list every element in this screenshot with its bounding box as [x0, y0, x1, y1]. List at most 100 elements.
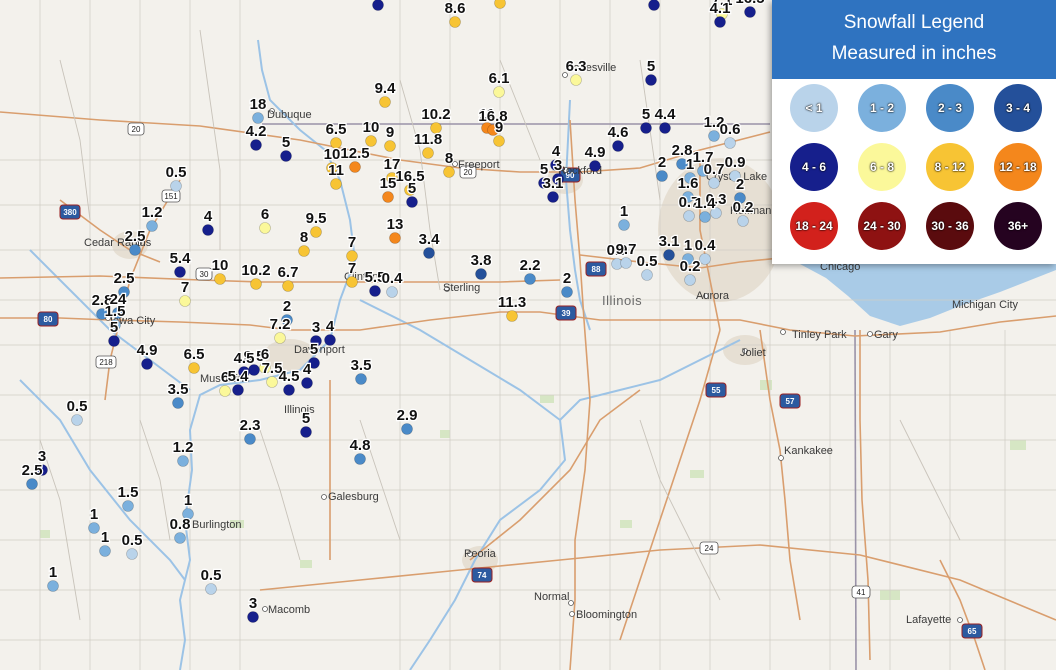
observation-dot[interactable]: [524, 273, 536, 285]
observation-dot[interactable]: [724, 137, 736, 149]
observation-dot[interactable]: [346, 276, 358, 288]
observation-dot[interactable]: [330, 178, 342, 190]
observation-dot[interactable]: [355, 373, 367, 385]
observation-marker[interactable]: 5: [280, 133, 292, 162]
observation-marker[interactable]: 3: [247, 594, 259, 623]
observation-dot[interactable]: [493, 86, 505, 98]
observation-marker[interactable]: 6: [494, 0, 506, 9]
observation-dot[interactable]: [188, 362, 200, 374]
observation-dot[interactable]: [266, 376, 278, 388]
observation-dot[interactable]: [259, 222, 271, 234]
observation-dot[interactable]: [129, 244, 141, 256]
observation-marker[interactable]: 4: [301, 360, 313, 389]
observation-dot[interactable]: [354, 453, 366, 465]
observation-dot[interactable]: [177, 455, 189, 467]
observation-dot[interactable]: [247, 611, 259, 623]
observation-marker[interactable]: 7: [346, 233, 358, 262]
observation-dot[interactable]: [443, 166, 455, 178]
observation-dot[interactable]: [47, 580, 59, 592]
observation-dot[interactable]: [640, 122, 652, 134]
observation-dot[interactable]: [422, 147, 434, 159]
observation-marker[interactable]: 5: [108, 318, 120, 347]
observation-dot[interactable]: [301, 377, 313, 389]
observation-dot[interactable]: [389, 232, 401, 244]
observation-dot[interactable]: [71, 414, 83, 426]
observation-dot[interactable]: [641, 269, 653, 281]
observation-dot[interactable]: [620, 257, 632, 269]
observation-dot[interactable]: [744, 6, 756, 18]
observation-dot[interactable]: [683, 210, 695, 222]
observation-dot[interactable]: [99, 545, 111, 557]
observation-dot[interactable]: [379, 96, 391, 108]
observation-dot[interactable]: [612, 140, 624, 152]
observation-dot[interactable]: [475, 268, 487, 280]
observation-dot[interactable]: [300, 426, 312, 438]
observation-dot[interactable]: [708, 130, 720, 142]
observation-dot[interactable]: [493, 135, 505, 147]
observation-dot[interactable]: [252, 112, 264, 124]
observation-dot[interactable]: [108, 335, 120, 347]
observation-marker[interactable]: 8: [443, 149, 455, 178]
observation-dot[interactable]: [708, 177, 720, 189]
observation-dot[interactable]: [349, 161, 361, 173]
observation-dot[interactable]: [170, 180, 182, 192]
observation-dot[interactable]: [659, 122, 671, 134]
observation-marker[interactable]: 1: [618, 202, 630, 231]
observation-dot[interactable]: [589, 160, 601, 172]
observation-dot[interactable]: [648, 0, 660, 11]
observation-dot[interactable]: [372, 0, 384, 11]
observation-marker[interactable]: 4: [324, 317, 336, 346]
observation-marker[interactable]: 1: [99, 528, 111, 557]
observation-dot[interactable]: [126, 548, 138, 560]
observation-marker[interactable]: 5: [648, 0, 660, 11]
observation-dot[interactable]: [656, 170, 668, 182]
observation-dot[interactable]: [232, 384, 244, 396]
observation-marker[interactable]: 4: [202, 207, 214, 236]
observation-marker[interactable]: 11: [327, 161, 345, 190]
observation-dot[interactable]: [141, 358, 153, 370]
observation-dot[interactable]: [174, 266, 186, 278]
observation-dot[interactable]: [506, 310, 518, 322]
observation-dot[interactable]: [214, 273, 226, 285]
observation-dot[interactable]: [382, 191, 394, 203]
observation-dot[interactable]: [282, 280, 294, 292]
observation-dot[interactable]: [202, 224, 214, 236]
observation-dot[interactable]: [561, 286, 573, 298]
observation-dot[interactable]: [386, 286, 398, 298]
observation-dot[interactable]: [244, 433, 256, 445]
observation-dot[interactable]: [699, 211, 711, 223]
observation-marker[interactable]: 6: [259, 205, 271, 234]
observation-dot[interactable]: [250, 278, 262, 290]
observation-marker[interactable]: 5: [300, 409, 312, 438]
observation-marker[interactable]: 7: [179, 278, 191, 307]
observation-marker[interactable]: 5: [645, 57, 657, 86]
observation-dot[interactable]: [205, 583, 217, 595]
observation-dot[interactable]: [283, 384, 295, 396]
observation-dot[interactable]: [26, 478, 38, 490]
observation-dot[interactable]: [298, 245, 310, 257]
observation-marker[interactable]: 1: [88, 505, 100, 534]
observation-dot[interactable]: [324, 334, 336, 346]
observation-dot[interactable]: [88, 522, 100, 534]
observation-dot[interactable]: [172, 397, 184, 409]
observation-dot[interactable]: [369, 285, 381, 297]
observation-dot[interactable]: [146, 220, 158, 232]
observation-dot[interactable]: [618, 219, 630, 231]
observation-dot[interactable]: [547, 191, 559, 203]
observation-dot[interactable]: [174, 532, 186, 544]
observation-marker[interactable]: 7: [346, 259, 358, 288]
observation-marker[interactable]: 2: [561, 269, 573, 298]
observation-marker[interactable]: 9: [493, 118, 505, 147]
observation-dot[interactable]: [699, 253, 711, 265]
observation-dot[interactable]: [250, 139, 262, 151]
observation-marker[interactable]: 5: [640, 105, 652, 134]
observation-dot[interactable]: [645, 74, 657, 86]
observation-dot[interactable]: [384, 140, 396, 152]
observation-dot[interactable]: [737, 215, 749, 227]
observation-dot[interactable]: [274, 332, 286, 344]
observation-dot[interactable]: [663, 249, 675, 261]
observation-dot[interactable]: [406, 196, 418, 208]
observation-marker[interactable]: 1: [47, 563, 59, 592]
observation-dot[interactable]: [684, 274, 696, 286]
observation-dot[interactable]: [494, 0, 506, 9]
